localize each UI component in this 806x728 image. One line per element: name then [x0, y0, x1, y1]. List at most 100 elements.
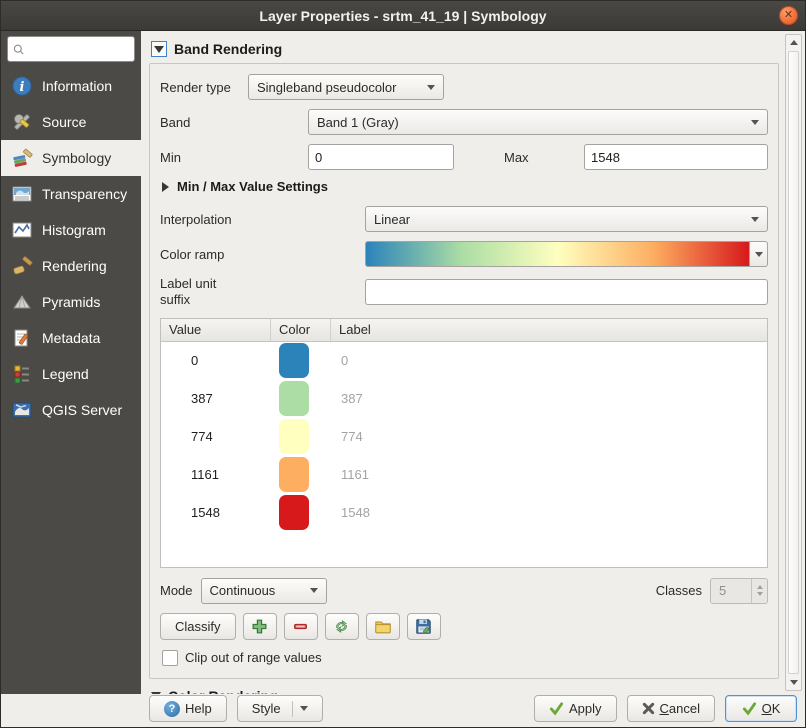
titlebar[interactable]: Layer Properties - srtm_41_19 | Symbolog…: [1, 1, 805, 31]
sidebar-item-label: QGIS Server: [42, 402, 122, 418]
scroll-down-icon[interactable]: [786, 675, 801, 690]
chevron-down-icon: [300, 706, 308, 711]
help-icon: ?: [164, 701, 180, 717]
load-from-file-button[interactable]: [366, 613, 400, 640]
cancel-button[interactable]: Cancel: [627, 695, 715, 722]
chevron-down-icon: [310, 588, 318, 593]
table-row[interactable]: 1161 1161: [161, 456, 767, 494]
classes-spinner[interactable]: 5: [710, 578, 768, 604]
collapse-toggle-icon[interactable]: [151, 41, 167, 57]
search-icon: [13, 43, 24, 56]
dialog-button-box: ? Help Style Apply Cancel OK: [1, 694, 805, 727]
color-ramp-label: Color ramp: [160, 247, 365, 262]
min-input[interactable]: [308, 144, 454, 170]
min-label: Min: [160, 150, 308, 165]
spinner-arrows-icon[interactable]: [751, 579, 767, 603]
clip-out-of-range-checkbox[interactable]: [162, 650, 178, 666]
vertical-scrollbar[interactable]: [785, 34, 802, 691]
chevron-down-icon: [427, 85, 435, 90]
sidebar-item-label: Legend: [42, 366, 89, 382]
table-header: Value Color Label: [161, 319, 767, 342]
ok-button[interactable]: OK: [725, 695, 797, 722]
add-value-button[interactable]: [243, 613, 277, 640]
column-header-color[interactable]: Color: [271, 319, 331, 341]
color-ramp-dropdown[interactable]: [750, 241, 768, 267]
scroll-up-icon[interactable]: [786, 35, 801, 50]
apply-button[interactable]: Apply: [534, 695, 617, 722]
mode-label: Mode: [160, 583, 193, 598]
color-rendering-header[interactable]: Color Rendering: [151, 688, 779, 695]
section-title: Band Rendering: [174, 41, 282, 57]
color-swatch[interactable]: [279, 457, 309, 492]
help-button[interactable]: ? Help: [149, 695, 227, 722]
collapse-toggle-icon: [151, 692, 161, 694]
color-map-table[interactable]: Value Color Label 0 0 387 387: [160, 318, 768, 568]
minmax-settings-header[interactable]: Min / Max Value Settings: [162, 179, 768, 194]
search-input[interactable]: [28, 42, 129, 56]
style-menu-button[interactable]: Style: [237, 695, 323, 722]
remove-value-button[interactable]: [284, 613, 318, 640]
band-rendering-header[interactable]: Band Rendering: [151, 41, 779, 57]
close-icon[interactable]: ✕: [779, 6, 798, 25]
sidebar: i Information Source Symbology: [1, 31, 141, 694]
chevron-down-icon: [751, 120, 759, 125]
classify-button[interactable]: Classify: [160, 613, 236, 640]
color-swatch[interactable]: [279, 343, 309, 378]
scrollbar-thumb[interactable]: [788, 51, 799, 674]
minus-icon: [292, 618, 309, 635]
label-unit-suffix-input[interactable]: [365, 279, 768, 305]
sidebar-item-label: Source: [42, 114, 86, 130]
sidebar-item-qgis-server[interactable]: QGIS Server: [1, 392, 141, 428]
plus-icon: [251, 618, 268, 635]
histogram-icon: [11, 219, 33, 241]
sidebar-item-label: Transparency: [42, 186, 127, 202]
classes-label: Classes: [656, 583, 702, 598]
render-type-label: Render type: [160, 80, 248, 95]
pyramids-icon: [11, 291, 33, 313]
table-row[interactable]: 1548 1548: [161, 494, 767, 532]
color-swatch[interactable]: [279, 419, 309, 454]
load-colormap-button[interactable]: [325, 613, 359, 640]
label-unit-suffix-label: Label unit suffix: [160, 276, 365, 309]
sidebar-item-label: Metadata: [42, 330, 100, 346]
sidebar-item-histogram[interactable]: Histogram: [1, 212, 141, 248]
column-header-value[interactable]: Value: [161, 319, 271, 341]
column-header-label[interactable]: Label: [331, 319, 767, 341]
check-icon: [549, 701, 564, 716]
legend-icon: [11, 363, 33, 385]
sidebar-item-transparency[interactable]: Transparency: [1, 176, 141, 212]
mode-select[interactable]: Continuous: [201, 578, 327, 604]
symbology-icon: [11, 147, 33, 169]
color-ramp-preview[interactable]: [365, 241, 750, 267]
table-row[interactable]: 0 0: [161, 342, 767, 380]
collapse-toggle-icon: [162, 182, 169, 192]
sidebar-item-label: Pyramids: [42, 294, 100, 310]
table-row[interactable]: 774 774: [161, 418, 767, 456]
window-title: Layer Properties - srtm_41_19 | Symbolog…: [259, 8, 546, 24]
sidebar-item-information[interactable]: i Information: [1, 68, 141, 104]
sidebar-item-symbology[interactable]: Symbology: [1, 140, 141, 176]
transparency-icon: [11, 183, 33, 205]
sidebar-item-legend[interactable]: Legend: [1, 356, 141, 392]
save-to-file-button[interactable]: [407, 613, 441, 640]
sidebar-item-label: Histogram: [42, 222, 106, 238]
band-label: Band: [160, 115, 308, 130]
layer-properties-dialog: Layer Properties - srtm_41_19 | Symbolog…: [0, 0, 806, 728]
clip-out-of-range-label: Clip out of range values: [185, 650, 322, 665]
sidebar-item-pyramids[interactable]: Pyramids: [1, 284, 141, 320]
sidebar-item-source[interactable]: Source: [1, 104, 141, 140]
interpolation-label: Interpolation: [160, 212, 365, 227]
check-icon: [742, 701, 757, 716]
sidebar-item-rendering[interactable]: Rendering: [1, 248, 141, 284]
search-box[interactable]: [7, 36, 135, 62]
render-type-select[interactable]: Singleband pseudocolor: [248, 74, 444, 100]
qgis-server-icon: [11, 399, 33, 421]
max-label: Max: [504, 150, 584, 165]
sidebar-item-metadata[interactable]: Metadata: [1, 320, 141, 356]
interpolation-select[interactable]: Linear: [365, 206, 768, 232]
color-swatch[interactable]: [279, 495, 309, 530]
band-select[interactable]: Band 1 (Gray): [308, 109, 768, 135]
max-input[interactable]: [584, 144, 768, 170]
color-swatch[interactable]: [279, 381, 309, 416]
table-row[interactable]: 387 387: [161, 380, 767, 418]
